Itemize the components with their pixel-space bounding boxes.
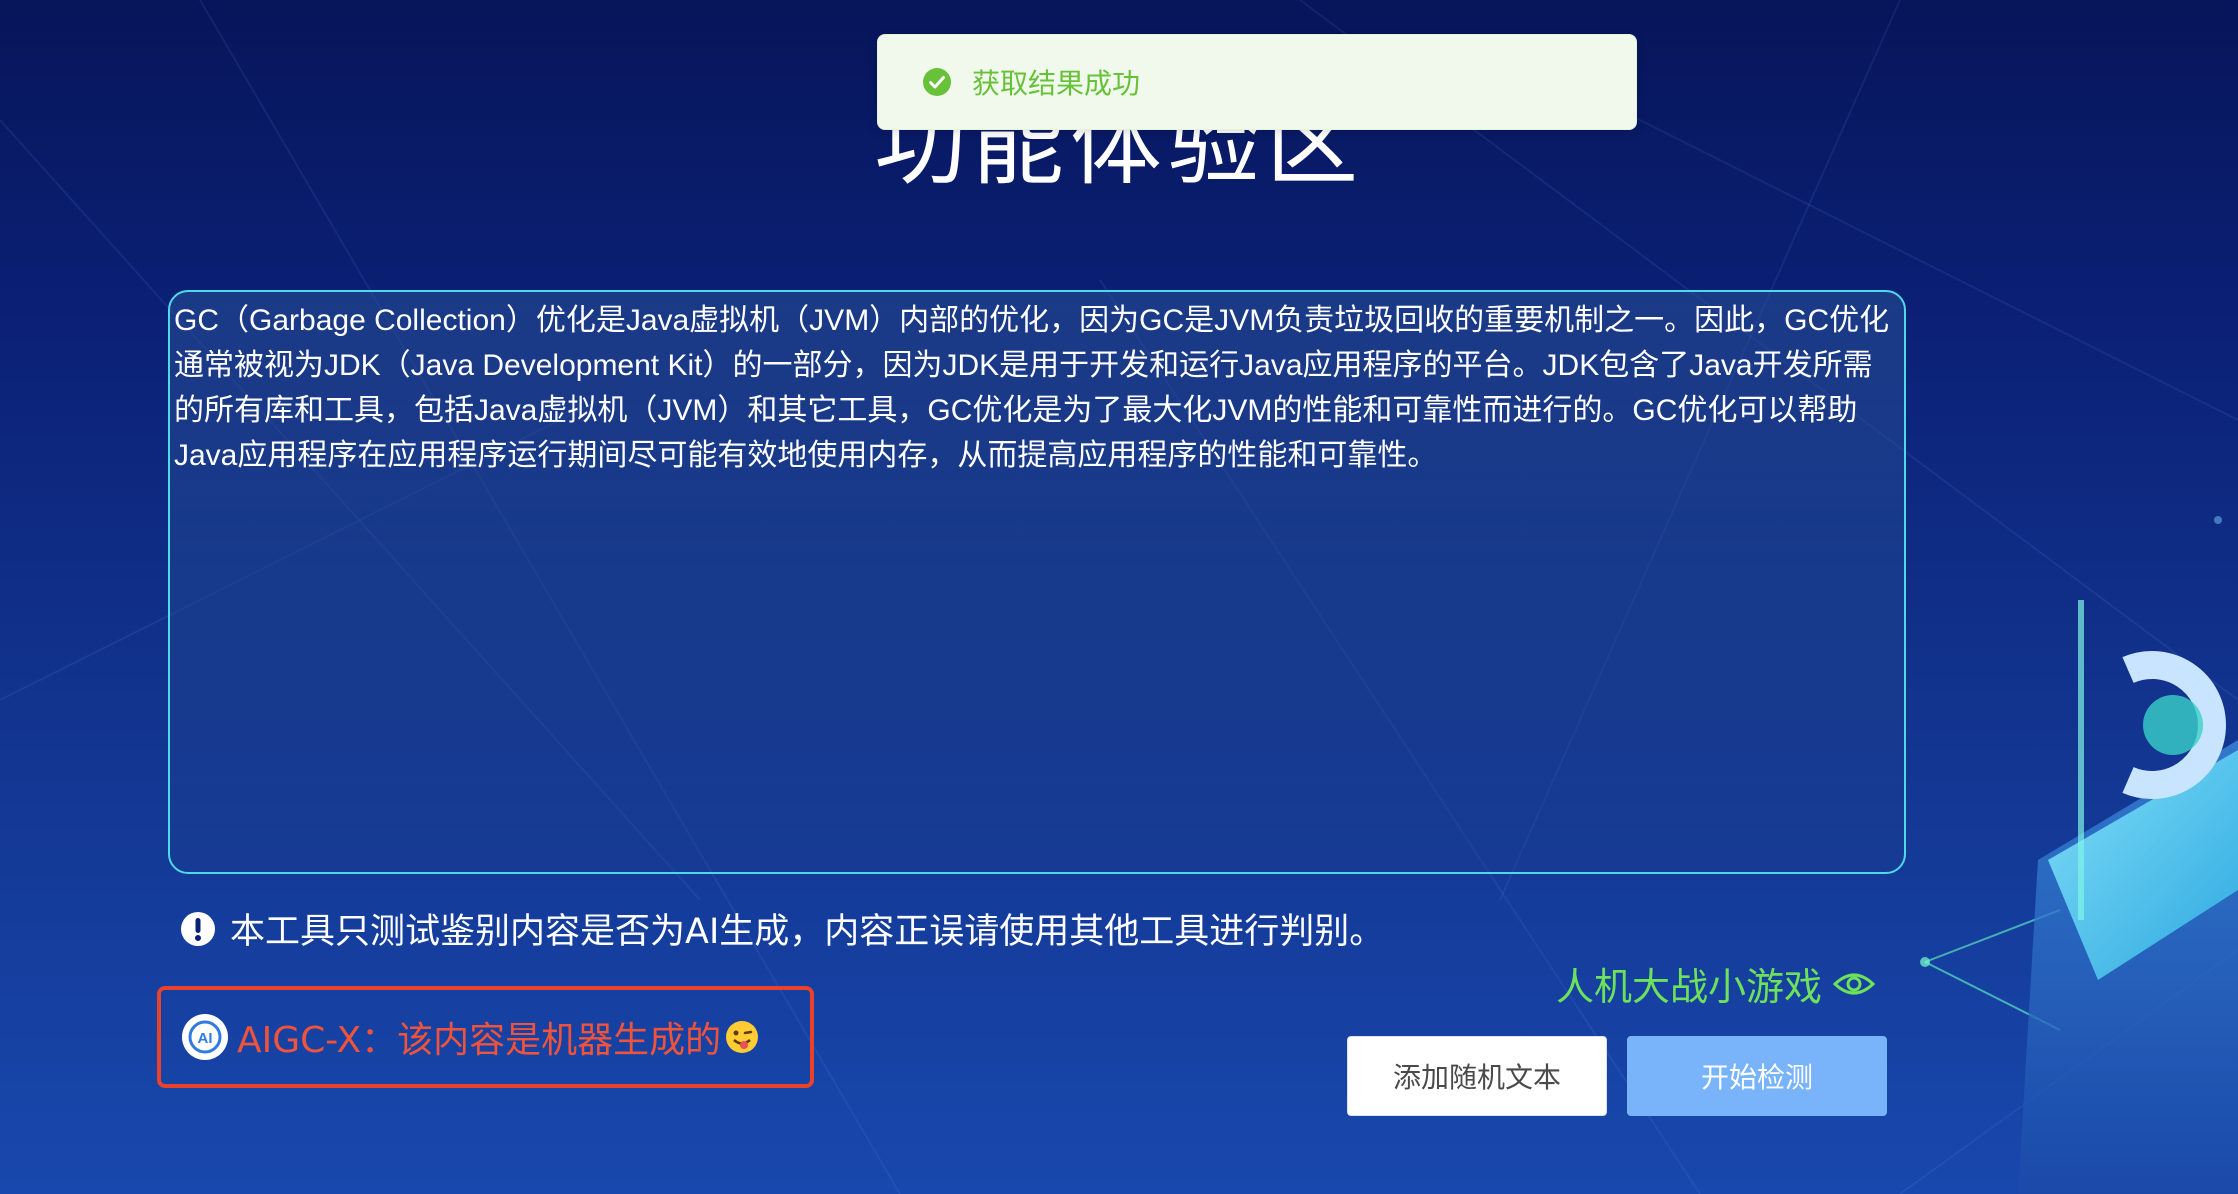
add-random-text-button[interactable]: 添加随机文本 <box>1347 1036 1607 1116</box>
disclaimer-text: 本工具只测试鉴别内容是否为AI生成，内容正误请使用其他工具进行判别。 <box>230 912 1385 952</box>
game-link-label: 人机大战小游戏 <box>1556 965 1823 1009</box>
start-detect-button[interactable]: 开始检测 <box>1627 1036 1887 1116</box>
svg-text:AI: AI <box>198 1030 213 1047</box>
game-link[interactable]: 人机大战小游戏 <box>1556 956 1876 1011</box>
page: 功能体验区 获取结果成功 GC（Garbage Collection）优化是Ja… <box>0 0 2238 1194</box>
check-circle-icon <box>922 67 952 97</box>
detection-result: AI AIGC-X：该内容是机器生成的 <box>157 986 814 1088</box>
exclamation-circle-icon <box>180 911 216 947</box>
aigc-logo-icon: AI <box>181 1013 229 1061</box>
toast-message: 获取结果成功 <box>972 67 1141 100</box>
disclaimer-notice: 本工具只测试鉴别内容是否为AI生成，内容正误请使用其他工具进行判别。 <box>180 903 1384 954</box>
winking-face-tongue-icon <box>725 1020 759 1054</box>
result-text: AIGC-X：该内容是机器生成的 <box>237 1020 722 1061</box>
content-textarea[interactable]: GC（Garbage Collection）优化是Java虚拟机（JVM）内部的… <box>168 290 1906 874</box>
isometric-decoration <box>2018 600 2238 1194</box>
eye-icon <box>1832 969 1876 999</box>
success-toast: 获取结果成功 <box>877 34 1637 130</box>
